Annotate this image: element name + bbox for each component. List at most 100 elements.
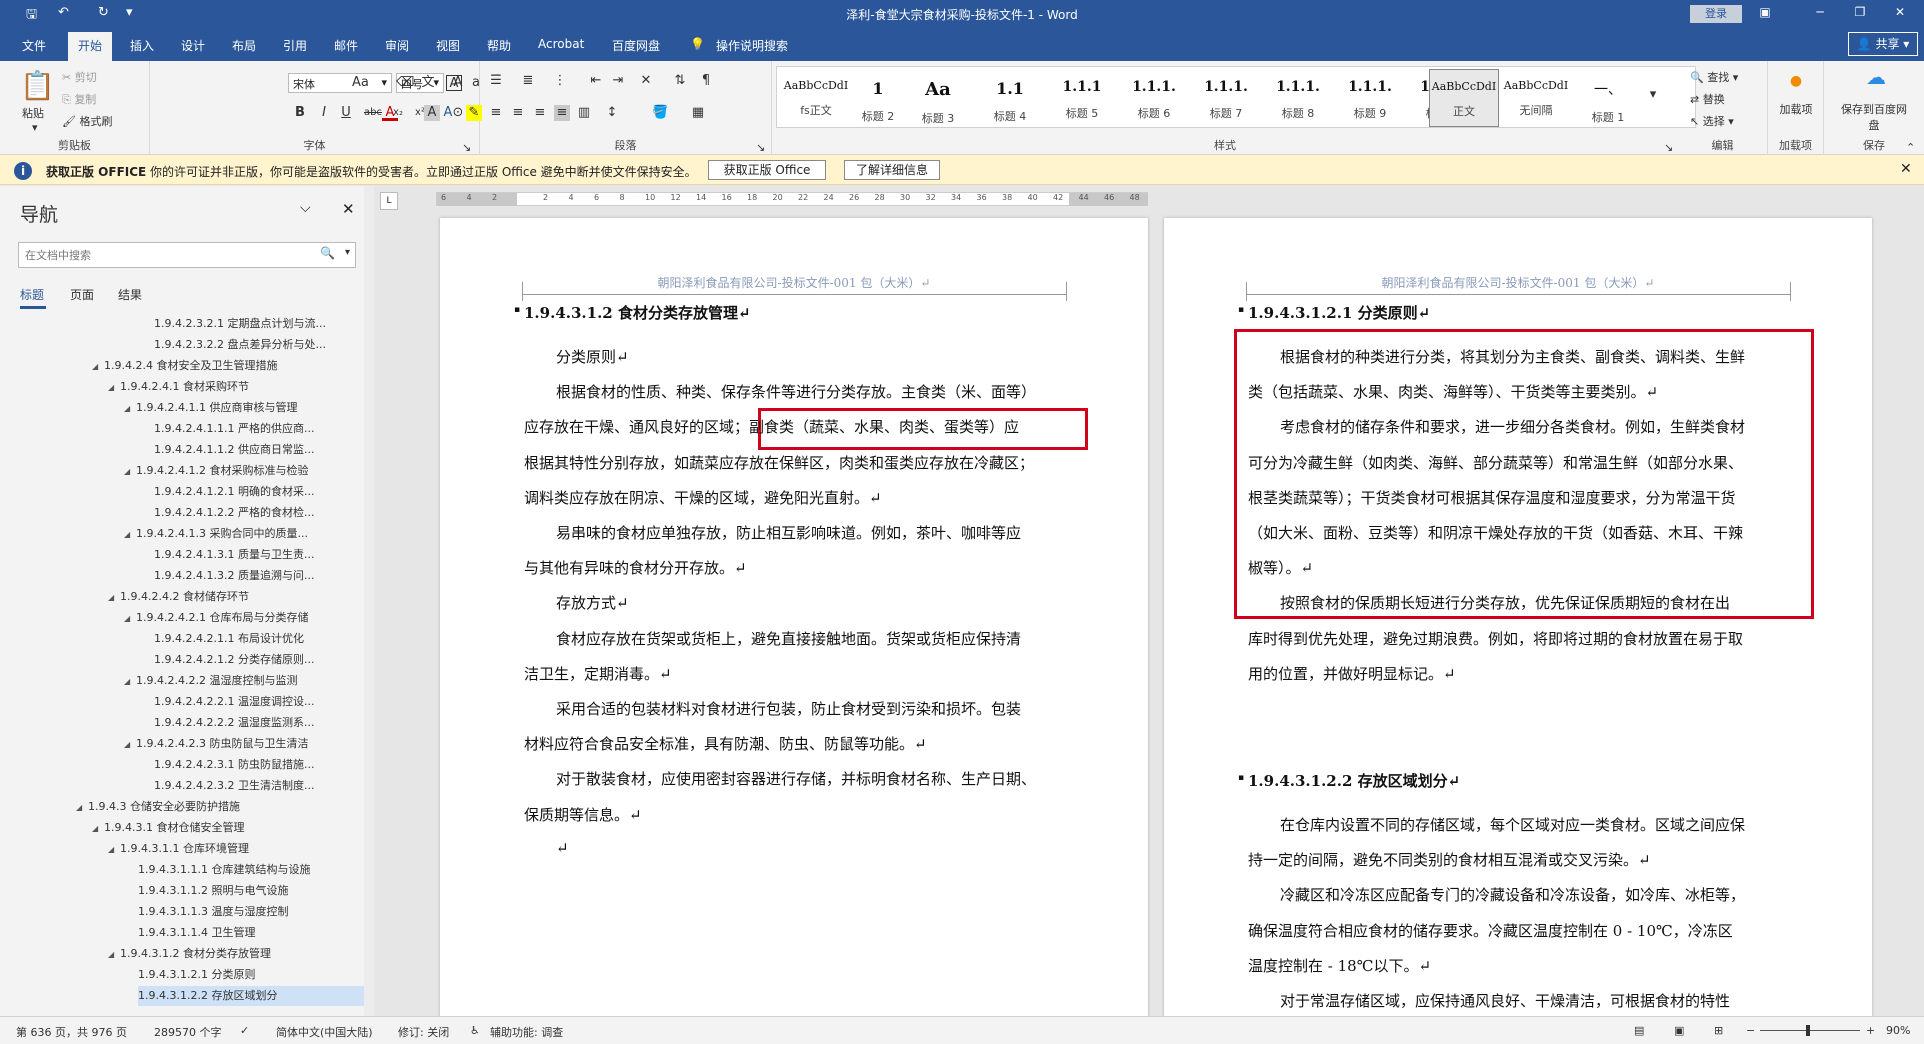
nav-heading-item[interactable]: ◢ 1.9.4.3 仓储安全必要防护措施: [76, 797, 368, 817]
nav-heading-item[interactable]: 1.9.4.2.4.1.3.2 质量追溯与问...: [154, 566, 368, 586]
nav-search-input[interactable]: 在文档中搜索 🔍 ▾: [18, 242, 356, 268]
accessibility-status[interactable]: 辅助功能: 调查: [490, 1024, 563, 1040]
paste-dropdown-icon[interactable]: ▾: [32, 121, 38, 134]
decrease-indent-icon[interactable]: ⇤: [588, 73, 604, 89]
nav-heading-item[interactable]: 1.9.4.2.3.2.1 定期盘点计划与流...: [154, 314, 368, 334]
save-to-baidu-button[interactable]: 保存到百度网盘: [1838, 101, 1910, 133]
nav-heading-item[interactable]: 1.9.4.2.4.1.2.1 明确的食材采...: [154, 482, 368, 502]
tab-acrobat[interactable]: Acrobat: [538, 37, 584, 51]
zoom-level[interactable]: 90%: [1886, 1024, 1910, 1037]
minimize-icon[interactable]: ─: [1800, 5, 1840, 19]
page-left[interactable]: 朝阳泽利食品有限公司-投标文件-001 包（大米）↵ 1.9.4.3.1.2 食…: [440, 218, 1148, 1016]
learn-more-button[interactable]: 了解详细信息: [844, 160, 940, 180]
nav-heading-item[interactable]: 1.9.4.2.4.1.3.1 质量与卫生责...: [154, 545, 368, 565]
tab-home[interactable]: 开始: [68, 32, 113, 61]
zoom-slider[interactable]: [1760, 1030, 1860, 1031]
styles-more-icon[interactable]: ▾: [1645, 87, 1661, 103]
show-marks-icon[interactable]: ¶: [698, 73, 714, 89]
numbering-icon[interactable]: ≣: [520, 73, 536, 89]
horizontal-ruler[interactable]: 6 4 2 2 4 6 8 10 12 14 16 18 20 22 24 26 28 30 32 34 36 38 40 4…: [436, 192, 1148, 206]
zoom-slider-thumb[interactable]: [1806, 1025, 1810, 1036]
font-color-icon[interactable]: A: [382, 105, 398, 121]
nav-tab-results[interactable]: 结果: [118, 286, 142, 303]
char-shading-icon[interactable]: A: [424, 105, 440, 121]
font-dialog-launcher-icon[interactable]: ↘: [462, 141, 471, 154]
nav-tab-pages[interactable]: 页面: [70, 286, 94, 303]
line-spacing-icon[interactable]: ↕: [604, 105, 620, 121]
nav-tab-headings[interactable]: 标题: [20, 286, 44, 303]
asian-layout-icon[interactable]: ✕: [638, 73, 654, 89]
char-border-icon[interactable]: A: [446, 75, 462, 91]
find-button[interactable]: 🔍 查找 ▾: [1690, 69, 1738, 85]
tab-baidu[interactable]: 百度网盘: [612, 37, 660, 54]
styles-dialog-launcher-icon[interactable]: ↘: [1664, 141, 1673, 154]
nav-heading-item[interactable]: ◢ 1.9.4.3.1.1 仓库环境管理: [108, 839, 368, 859]
collapse-ribbon-icon[interactable]: ⌃: [1906, 141, 1915, 154]
italic-icon[interactable]: I: [316, 105, 332, 121]
dismiss-message-icon[interactable]: ✕: [1900, 161, 1912, 177]
addins-button[interactable]: 加载项: [1778, 101, 1814, 117]
tab-insert[interactable]: 插入: [130, 37, 154, 54]
tab-design[interactable]: 设计: [181, 37, 205, 54]
nav-heading-item[interactable]: ◢ 1.9.4.3.1.2 食材分类存放管理: [108, 944, 368, 964]
nav-heading-item[interactable]: ◢ 1.9.4.2.4.2.1 仓库布局与分类存储: [124, 608, 368, 628]
style-normal[interactable]: AaBbCcDdI 正文: [1429, 69, 1499, 127]
borders-icon[interactable]: ▦: [690, 105, 706, 121]
read-mode-icon[interactable]: ▤: [1634, 1024, 1644, 1037]
expand-triangle-icon[interactable]: ◢: [124, 525, 136, 545]
tab-mailings[interactable]: 邮件: [334, 37, 358, 54]
nav-heading-item[interactable]: 1.9.4.2.4.2.2.1 温湿度调控设...: [154, 692, 368, 712]
format-painter-button[interactable]: 🖌 格式刷: [62, 113, 112, 129]
close-window-icon[interactable]: ✕: [1880, 5, 1920, 19]
enclose-char-icon[interactable]: ⊙: [450, 105, 466, 121]
print-layout-icon[interactable]: ▣: [1674, 1024, 1684, 1037]
expand-triangle-icon[interactable]: ◢: [124, 462, 136, 482]
style-heading-2[interactable]: 1 标题 2: [853, 69, 903, 127]
nav-heading-item[interactable]: 1.9.4.2.4.1.1.2 供应商日常监...: [154, 440, 368, 460]
expand-triangle-icon[interactable]: ◢: [124, 399, 136, 419]
tab-references[interactable]: 引用: [283, 37, 307, 54]
nav-heading-item[interactable]: ◢ 1.9.4.2.4 食材安全及卫生管理措施: [92, 356, 368, 376]
expand-triangle-icon[interactable]: ◢: [76, 798, 88, 818]
replace-button[interactable]: ⇄ 替换: [1690, 91, 1725, 107]
nav-heading-item[interactable]: 1.9.4.2.4.2.3.1 防虫防鼠措施...: [154, 755, 368, 775]
style-heading-1[interactable]: 一、 标题 1: [1573, 69, 1643, 127]
get-genuine-button[interactable]: 获取正版 Office: [708, 160, 826, 180]
nav-heading-item[interactable]: 1.9.4.3.1.1.2 照明与电气设施: [138, 881, 368, 901]
expand-triangle-icon[interactable]: ◢: [124, 672, 136, 692]
style-heading-5[interactable]: 1.1.1 标题 5: [1047, 69, 1117, 127]
word-count[interactable]: 289570 个字: [154, 1024, 222, 1040]
paste-icon[interactable]: 📋: [20, 69, 55, 103]
paste-button[interactable]: 粘贴: [22, 105, 44, 121]
tab-help[interactable]: 帮助: [487, 37, 511, 54]
nav-heading-item[interactable]: ◢ 1.9.4.2.4.1.3 采购合同中的质量...: [124, 524, 368, 544]
track-changes[interactable]: 修订: 关闭: [398, 1024, 449, 1040]
font-family-select[interactable]: 宋体 ▾: [288, 73, 392, 93]
nav-heading-item[interactable]: 1.9.4.3.1.1.3 温度与湿度控制: [138, 902, 368, 922]
nav-scrollbar[interactable]: [364, 186, 374, 1016]
tab-file[interactable]: 文件: [22, 37, 46, 54]
expand-triangle-icon[interactable]: ◢: [108, 945, 120, 965]
nav-close-icon[interactable]: ✕: [342, 200, 355, 218]
nav-heading-item[interactable]: ◢ 1.9.4.3.1 食材仓储安全管理: [92, 818, 368, 838]
nav-heading-item[interactable]: 1.9.4.2.4.2.1.2 分类存储原则...: [154, 650, 368, 670]
zoom-out-icon[interactable]: −: [1746, 1024, 1755, 1037]
nav-heading-item[interactable]: 1.9.4.2.4.2.2.2 温湿度监测系...: [154, 713, 368, 733]
search-icon[interactable]: 🔍: [320, 246, 335, 260]
clear-format-icon[interactable]: ⌫: [396, 75, 414, 91]
tab-layout[interactable]: 布局: [232, 37, 256, 54]
share-button[interactable]: 👤 共享 ▾: [1848, 32, 1918, 56]
expand-triangle-icon[interactable]: ◢: [108, 840, 120, 860]
align-center-icon[interactable]: ≡: [510, 105, 526, 121]
sort-icon[interactable]: ⇅: [672, 73, 688, 89]
nav-heading-item[interactable]: ◢ 1.9.4.2.4.1.2 食材采购标准与检验: [124, 461, 368, 481]
style-no-spacing[interactable]: AaBbCcDdI 无间隔: [1501, 69, 1571, 127]
select-button[interactable]: ↖ 选择 ▾: [1690, 113, 1734, 129]
tell-me-search[interactable]: 操作说明搜索: [716, 37, 788, 54]
style-heading-9[interactable]: 1.1.1. 标题 9: [1335, 69, 1405, 127]
nav-heading-item[interactable]: 1.9.4.2.4.2.3.2 卫生清洁制度...: [154, 776, 368, 796]
page-right[interactable]: 朝阳泽利食品有限公司-投标文件-001 包（大米）↵ 1.9.4.3.1.2.1…: [1164, 218, 1872, 1016]
expand-triangle-icon[interactable]: ◢: [92, 819, 104, 839]
expand-triangle-icon[interactable]: ◢: [92, 357, 104, 377]
tab-selector[interactable]: L: [380, 192, 398, 210]
